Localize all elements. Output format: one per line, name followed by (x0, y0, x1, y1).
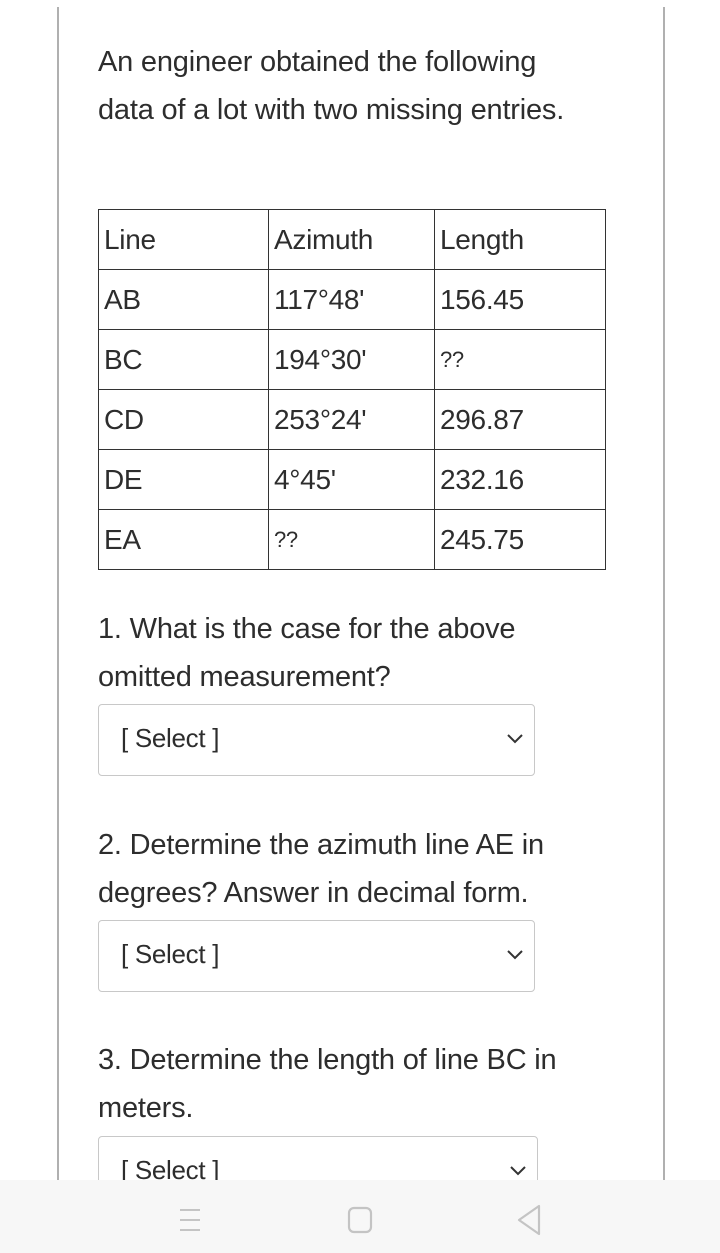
question-2-text: 2. Determine the azimuth line AE in degr… (98, 829, 544, 909)
table-header-row: Line Azimuth Length (98, 209, 606, 270)
question-1-text: 1. What is the case for the above omitte… (98, 613, 516, 693)
cell-length: 232.16 (434, 449, 606, 510)
cell-line: BC (98, 329, 269, 390)
cell-length: 296.87 (434, 389, 606, 450)
home-icon[interactable] (340, 1200, 380, 1240)
question-2-select[interactable]: [ Select ] (98, 920, 535, 992)
cell-azimuth: 117°48' (268, 269, 435, 330)
recents-icon[interactable] (170, 1200, 210, 1240)
cell-line: EA (98, 509, 269, 570)
chevron-down-icon (507, 950, 523, 960)
survey-data-table: Line Azimuth Length AB 117°48' 156.45 BC… (98, 209, 606, 570)
question-3-text: 3. Determine the length of line BC in me… (98, 1044, 557, 1124)
cell-azimuth: 253°24' (268, 389, 435, 450)
cell-length: 245.75 (434, 509, 606, 570)
cell-length: 156.45 (434, 269, 606, 330)
chevron-down-icon (507, 734, 523, 744)
cell-azimuth: ?? (268, 509, 435, 570)
cell-azimuth: 4°45' (268, 449, 435, 510)
header-line: Line (98, 209, 269, 270)
cell-length: ?? (434, 329, 606, 390)
header-length: Length (434, 209, 606, 270)
header-azimuth: Azimuth (268, 209, 435, 270)
table-row: EA ?? 245.75 (98, 509, 606, 570)
question-1-selected-value: [ Select ] (121, 723, 220, 753)
table-row: DE 4°45' 232.16 (98, 449, 606, 510)
table-row: CD 253°24' 296.87 (98, 389, 606, 450)
cell-line: CD (98, 389, 269, 450)
chevron-down-icon (510, 1166, 526, 1176)
question-card-frame (57, 7, 665, 1187)
cell-line: DE (98, 449, 269, 510)
table-row: BC 194°30' ?? (98, 329, 606, 390)
question-2-selected-value: [ Select ] (121, 939, 220, 969)
intro-text: An engineer obtained the following data … (98, 46, 565, 126)
back-icon[interactable] (510, 1200, 550, 1240)
question-1-select[interactable]: [ Select ] (98, 704, 535, 776)
table-row: AB 117°48' 156.45 (98, 269, 606, 330)
system-navigation-bar (0, 1180, 720, 1253)
cell-line: AB (98, 269, 269, 330)
cell-azimuth: 194°30' (268, 329, 435, 390)
